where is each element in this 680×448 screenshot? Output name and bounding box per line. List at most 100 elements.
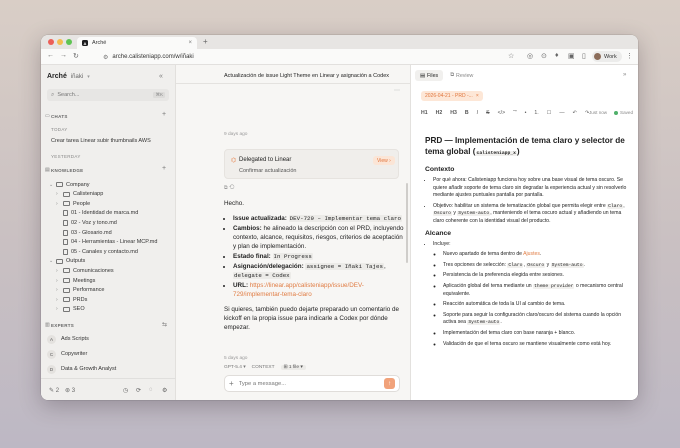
new-chat-icon[interactable]: + [162,111,166,118]
sidebar-search[interactable]: ⌕ ⌘K [47,89,169,101]
tree-label: Company [66,181,90,188]
bookmark-star-icon[interactable]: ☆ [508,52,514,60]
split-view-icon[interactable]: ▯ [582,52,586,60]
chat-item[interactable]: Crear tarea Linear subir thumbnails AWS [51,138,151,144]
attach-plus-icon[interactable]: + [229,379,234,388]
tree-folder[interactable]: › People [56,199,90,208]
heading2-button[interactable]: H2 [436,110,443,116]
copy-icon[interactable]: ⧉ ⟲ [224,185,234,191]
collapse-sidebar-icon[interactable]: « [159,73,163,80]
model-selector[interactable]: GPT-5.4 ▾ [224,365,246,370]
add-knowledge-icon[interactable]: + [162,165,166,172]
list-item: Asignación/delegación: assignee = Iñaki … [233,262,404,280]
experts-settings-icon[interactable]: ⇆ [162,321,167,328]
extensions-puzzle-icon[interactable]: ▣ [568,52,575,60]
tree-file[interactable]: 02 - Voz y tono.md [56,218,117,227]
back-arrow-icon[interactable]: ← [47,52,54,59]
maximize-window-button[interactable] [66,39,72,45]
undo-button[interactable]: ↶ [573,110,577,116]
tree-file[interactable]: 03 - Glosario.md [56,228,112,237]
issue-link[interactable]: https://linear.app/calisteniapp/issue/DE… [233,282,364,298]
view-button[interactable]: View › [373,156,395,165]
history-icon[interactable]: ◷ [123,387,128,394]
minimize-window-button[interactable] [57,39,63,45]
tree-file[interactable]: 04 - Herramientas - Linear MCP.md [56,238,157,247]
close-tab-icon[interactable]: × [188,40,192,46]
extension-lens-icon[interactable]: ⊙ [541,52,547,60]
tab-review[interactable]: ⧉ Review [445,70,478,81]
ajustes-link[interactable]: Ajustes [523,251,540,257]
files-icon: ▤ [420,72,426,79]
folder-icon [63,306,70,312]
chevron-right-icon: › [56,267,58,274]
message-input[interactable] [238,380,379,387]
checklist-button[interactable]: ☐ [547,110,552,116]
browser-tab[interactable]: A Arché × [77,37,197,49]
collapse-panel-icon[interactable]: » [623,72,626,78]
strike-button[interactable]: S [486,110,489,116]
list-item: Estado final: In Progress [233,252,404,261]
tree-folder[interactable]: › Comunicaciones [56,266,114,275]
chat-bubble-icon: ▭ [45,113,50,119]
tree-folder[interactable]: ⌄ Outputs [49,257,85,266]
tab-files[interactable]: ▤ Files [415,70,444,81]
quote-button[interactable]: “” [513,110,516,116]
divider-button[interactable]: — [559,110,564,116]
bullet-list-button[interactable]: • [525,110,527,116]
tree-file[interactable]: 01 - Identidad de marca.md [56,209,138,218]
italic-button[interactable]: I [477,110,478,116]
heading3-button[interactable]: H3 [450,110,457,116]
folder-icon [63,201,70,207]
tab-title: Arché [92,40,107,46]
list-item: Tres opciones de selección: Claro, Oscur… [443,262,631,270]
tree-folder[interactable]: › SEO [56,305,85,314]
help-icon[interactable]: ◌ [149,387,153,393]
profile-pill[interactable]: Work [592,51,622,62]
code-button[interactable]: </> [498,110,506,116]
reload-icon[interactable]: ↻ [73,52,79,60]
send-button[interactable]: ↑ [384,378,395,389]
tree-label: Calisteniapp [73,191,104,198]
expert-item-copywriter[interactable]: C Copywriter [47,348,87,360]
section-contexto: Contexto [425,166,455,173]
chat-scrollbar[interactable] [406,183,408,263]
tasks-counter[interactable]: ✎ 2 [49,387,59,394]
settings-gear-icon[interactable]: ⚙ [162,387,167,394]
tree-label: Comunicaciones [73,267,114,274]
tree-folder[interactable]: ⌄ Company [49,180,90,189]
extension-icon[interactable]: ◎ [527,52,533,60]
tree-folder[interactable]: › Performance [56,286,105,295]
close-window-button[interactable] [48,39,54,45]
heading1-button[interactable]: H1 [421,110,428,116]
more-menu-icon[interactable]: ⋮ [626,52,633,60]
links-counter[interactable]: ⊛ 3 [65,387,75,394]
tree-folder[interactable]: › Meetings [56,276,95,285]
numbered-list-button[interactable]: 1. [534,110,538,116]
files-chip[interactable]: ⊞ 1 file ▾ [280,365,306,370]
tree-folder[interactable]: › PRDs [56,295,87,304]
knowledge-icon: ▤ [45,167,50,173]
linear-icon: ⌬ [231,158,237,164]
expert-avatar: A [47,334,56,344]
list-item: Reacción automática de toda la UI al cam… [443,301,631,309]
section-alcance: Alcance [425,229,452,237]
expert-item-ads-scripts[interactable]: A Ads Scripts [47,333,89,345]
bold-button[interactable]: B [465,110,469,116]
search-input[interactable] [57,92,151,98]
expert-item-data-growth[interactable]: D Data & Growth Analyst [47,363,116,375]
close-file-icon[interactable]: × [476,93,479,99]
document-body[interactable]: PRD — Implementación de tema claro y sel… [425,135,631,351]
message-options-icon[interactable]: ⋯ [394,87,400,94]
tree-folder[interactable]: › Calisteniapp [56,190,103,199]
extension-mic-icon[interactable]: ♦ [555,52,559,59]
open-file-pill[interactable]: 2026-04-21 - PRD -... × [421,91,483,101]
site-info-icon[interactable]: ⚙ [103,54,108,61]
url-field[interactable]: ⚙ arche.calisteniapp.com/w/iñaki [99,51,519,63]
refresh-icon[interactable]: ⟳ [136,387,141,394]
workspace-header[interactable]: Arché iñaki ▾ [47,73,90,80]
forward-arrow-icon[interactable]: → [60,52,67,59]
includes-list: Nuevo apartado de tema dentro de Ajustes… [433,251,631,348]
new-tab-icon[interactable]: + [203,37,208,46]
tree-file[interactable]: 05 - Canales y contacto.md [56,247,138,256]
folder-icon [63,278,70,283]
